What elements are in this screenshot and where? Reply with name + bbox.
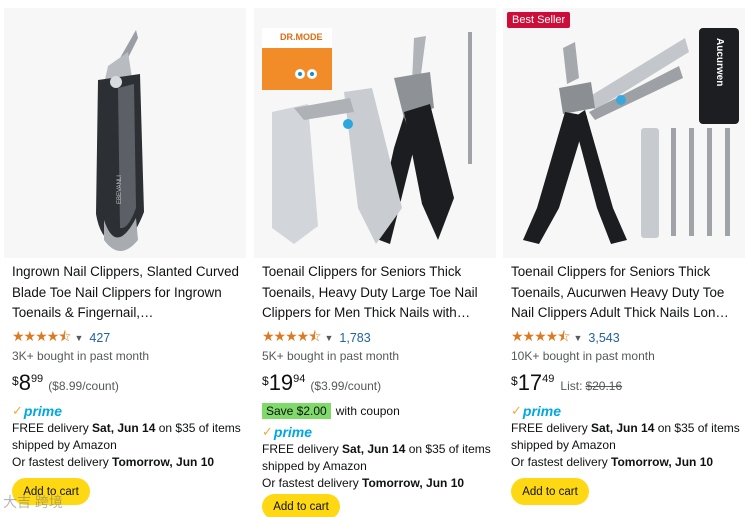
price-fraction: 99 bbox=[30, 373, 44, 385]
chevron-down-icon[interactable]: ▼ bbox=[573, 333, 582, 343]
best-seller-badge[interactable]: Best Seller bbox=[507, 12, 571, 28]
price-fraction: 94 bbox=[293, 373, 306, 385]
prime-badge-2: ✓ prime bbox=[262, 423, 492, 441]
rating-count-1[interactable]: 427 bbox=[89, 331, 110, 345]
fastest-delivery-3: Or fastest delivery Tomorrow, Jun 10 bbox=[511, 454, 741, 471]
chevron-down-icon[interactable]: ▼ bbox=[324, 333, 333, 343]
price-1[interactable]: $ 8 99 ($8.99/count) bbox=[12, 371, 242, 399]
prime-check-icon: ✓ bbox=[262, 424, 273, 439]
delivery-prefix: FREE delivery bbox=[262, 442, 343, 456]
bought-count-1: 3K+ bought in past month bbox=[12, 349, 150, 363]
coupon-save-badge[interactable]: Save $2.00 bbox=[262, 402, 331, 419]
prime-badge-3: ✓ prime bbox=[511, 402, 741, 420]
price-whole: 8 bbox=[18, 370, 31, 395]
delivery-info-3: FREE delivery Sat, Jun 14 on $35 of item… bbox=[511, 420, 741, 454]
prime-label: prime bbox=[522, 403, 562, 419]
fastest-delivery-1: Or fastest delivery Tomorrow, Jun 10 bbox=[12, 454, 242, 471]
prime-check-icon: ✓ bbox=[511, 403, 522, 418]
watermark-text: 大吉 跨境 bbox=[3, 494, 63, 510]
price-per-unit: ($8.99/count) bbox=[48, 379, 119, 393]
prime-badge-1: ✓ prime bbox=[12, 402, 242, 420]
rating-count-3[interactable]: 3,543 bbox=[588, 331, 619, 345]
list-price-label: List: bbox=[560, 379, 583, 393]
fastest-date: Tomorrow, Jun 10 bbox=[362, 476, 465, 490]
fastest-date: Tomorrow, Jun 10 bbox=[611, 455, 714, 469]
product-card-1: EBEVANLI Ingrown Nail Clippers, Slanted … bbox=[4, 8, 246, 517]
list-price: List: $20.16 bbox=[560, 379, 622, 393]
fastest-prefix: Or fastest delivery bbox=[12, 455, 113, 469]
price-symbol: $ bbox=[511, 374, 518, 388]
product-title-1[interactable]: Ingrown Nail Clippers, Slanted Curved Bl… bbox=[12, 262, 242, 324]
coupon-text: with coupon bbox=[335, 403, 400, 418]
rating-row-3: ★★★★⯪ ▼ 3,543 bbox=[511, 328, 741, 348]
coupon-2[interactable]: Save $2.00 with coupon bbox=[262, 401, 492, 420]
price-2[interactable]: $ 19 94 ($3.99/count) bbox=[262, 371, 492, 399]
delivery-info-2: FREE delivery Sat, Jun 14 on $35 of item… bbox=[262, 441, 492, 475]
fastest-date: Tomorrow, Jun 10 bbox=[112, 455, 215, 469]
product-card-2: DR.MODE Toenail Clippers for Seniors Thi… bbox=[254, 8, 496, 517]
fastest-prefix: Or fastest delivery bbox=[262, 476, 363, 490]
delivery-date: Sat, Jun 14 bbox=[591, 421, 655, 435]
svg-text:EBEVANLI: EBEVANLI bbox=[117, 175, 123, 204]
brand-box-text: DR.MODE bbox=[280, 32, 323, 42]
product-title-2[interactable]: Toenail Clippers for Seniors Thick Toena… bbox=[262, 262, 492, 324]
star-icon[interactable]: ★★★★⯪ bbox=[262, 326, 321, 350]
prime-check-icon: ✓ bbox=[12, 403, 23, 418]
delivery-date: Sat, Jun 14 bbox=[92, 421, 156, 435]
case-brand-text: Aucurwen bbox=[714, 38, 725, 86]
prime-label: prime bbox=[273, 424, 313, 440]
product-card-3: Aucurwen Best Seller Toenail Clippers fo… bbox=[503, 8, 745, 517]
rating-row-1: ★★★★⯪ ▼ 427 bbox=[12, 328, 242, 348]
fastest-delivery-2: Or fastest delivery Tomorrow, Jun 10 bbox=[262, 475, 492, 492]
bought-count-3: 10K+ bought in past month bbox=[511, 349, 655, 363]
price-per-unit: ($3.99/count) bbox=[310, 379, 382, 393]
rating-row-2: ★★★★⯪ ▼ 1,783 bbox=[262, 328, 492, 348]
prime-label: prime bbox=[23, 403, 63, 419]
delivery-date: Sat, Jun 14 bbox=[342, 442, 406, 456]
price-symbol: $ bbox=[262, 374, 269, 388]
chevron-down-icon[interactable]: ▼ bbox=[74, 333, 83, 343]
price-whole: 19 bbox=[268, 370, 294, 395]
price-symbol: $ bbox=[12, 374, 19, 388]
product-image-2[interactable]: DR.MODE bbox=[254, 8, 496, 258]
rating-count-2[interactable]: 1,783 bbox=[339, 331, 370, 345]
price-whole: 17 bbox=[517, 370, 543, 395]
add-to-cart-button-2[interactable]: Add to cart bbox=[262, 494, 340, 517]
bought-count-2: 5K+ bought in past month bbox=[262, 349, 400, 363]
star-icon[interactable]: ★★★★⯪ bbox=[511, 326, 570, 350]
price-fraction: 49 bbox=[542, 373, 555, 385]
delivery-prefix: FREE delivery bbox=[12, 421, 93, 435]
product-image-3[interactable]: Aucurwen Best Seller bbox=[503, 8, 745, 258]
price-3[interactable]: $ 17 49 List: $20.16 bbox=[511, 371, 741, 399]
fastest-prefix: Or fastest delivery bbox=[511, 455, 612, 469]
star-icon[interactable]: ★★★★⯪ bbox=[12, 326, 71, 350]
list-price-value: $20.16 bbox=[585, 379, 623, 393]
watermark: 大吉 跨境 bbox=[3, 492, 63, 512]
delivery-info-1: FREE delivery Sat, Jun 14 on $35 of item… bbox=[12, 420, 242, 454]
product-image-1[interactable]: EBEVANLI bbox=[4, 8, 246, 258]
product-title-3[interactable]: Toenail Clippers for Seniors Thick Toena… bbox=[511, 262, 741, 324]
delivery-prefix: FREE delivery bbox=[511, 421, 592, 435]
add-to-cart-button-3[interactable]: Add to cart bbox=[511, 478, 589, 505]
